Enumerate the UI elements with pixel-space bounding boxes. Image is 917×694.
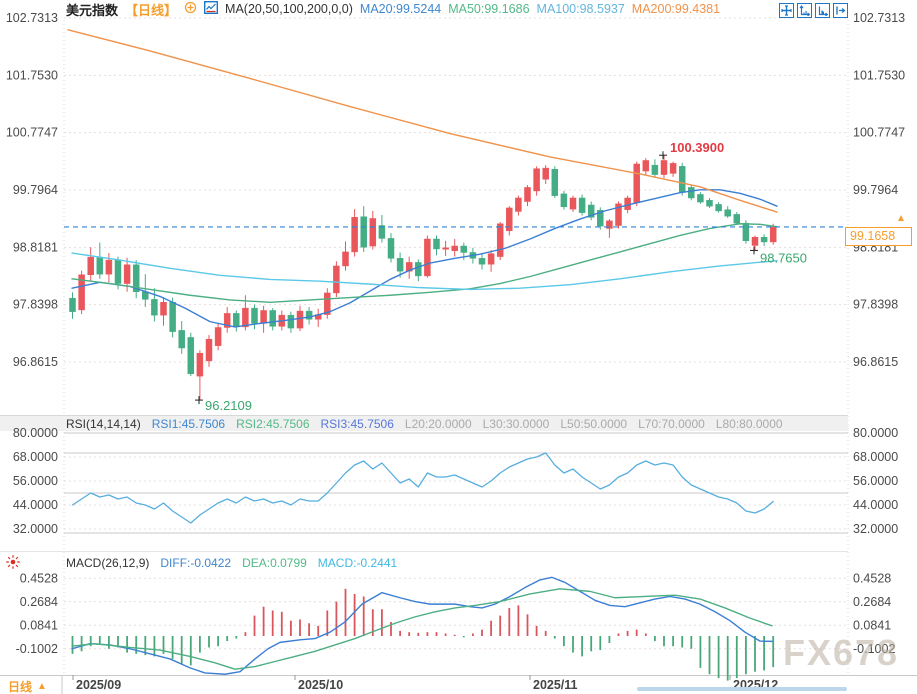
svg-text:44.0000: 44.0000 [13, 498, 58, 512]
svg-text:0.2684: 0.2684 [20, 595, 58, 609]
svg-text:99.7964: 99.7964 [13, 183, 58, 197]
period-label: 日线 [8, 680, 33, 694]
svg-text:-0.1002: -0.1002 [853, 642, 895, 656]
period-selector[interactable]: 日线 ▲ [8, 678, 47, 694]
rsi-l30-value: L30:30.0000 [482, 416, 550, 431]
svg-text:56.0000: 56.0000 [853, 474, 898, 488]
svg-text:96.2109: 96.2109 [205, 398, 252, 413]
indicator-chart-icon[interactable] [204, 0, 219, 17]
rsi-l80-value: L80:80.0000 [715, 416, 783, 431]
macd-title[interactable]: MACD(26,12,9) [66, 556, 149, 570]
svg-text:98.7650: 98.7650 [760, 250, 807, 265]
svg-text:2025/11: 2025/11 [533, 678, 578, 692]
rsi-title[interactable]: RSI(14,14,14) [66, 417, 141, 431]
svg-text:101.7530: 101.7530 [853, 68, 905, 82]
rsi3-value: RSI3:45.7506 [320, 416, 394, 431]
rsi-l70-value: L70:70.0000 [638, 416, 705, 431]
svg-text:101.7530: 101.7530 [6, 68, 58, 82]
svg-text:96.8615: 96.8615 [13, 355, 58, 369]
macd-hist-value: MACD:-0.2441 [317, 555, 398, 570]
svg-text:100.7747: 100.7747 [853, 126, 905, 140]
svg-text:100.3900: 100.3900 [670, 140, 724, 155]
svg-text:68.0000: 68.0000 [853, 450, 898, 464]
candlestick-layer [69, 155, 777, 401]
svg-text:98.8181: 98.8181 [13, 240, 58, 254]
chart-canvas[interactable]: 102.7313 102.7313 101.7530 101.7530 100.7747… [0, 0, 917, 694]
svg-text:96.8615: 96.8615 [853, 355, 898, 369]
macd-indicator-header: MACD(26,12,9) DIFF:-0.0422 DEA:0.0799 MA… [66, 555, 398, 570]
rsi-level-lines [64, 432, 848, 534]
svg-text:-0.1002: -0.1002 [16, 642, 58, 656]
ma20-value: MA20:99.5244 [359, 2, 442, 16]
price-up-arrow-icon: ▲ [896, 213, 906, 224]
rsi-l20-value: L20:20.0000 [404, 416, 472, 431]
current-price-tag[interactable]: 99.1658 [845, 227, 912, 246]
period-dropdown-arrow-icon: ▲ [37, 681, 47, 692]
svg-text:102.7313: 102.7313 [853, 11, 905, 25]
svg-text:0.4528: 0.4528 [853, 571, 891, 585]
scrollbar-thumb[interactable] [637, 687, 847, 691]
main-chart-header: 美元指数 【日线】 MA(20,50,100,200,0,0) MA20:99.… [66, 0, 721, 19]
macd-dea-value: DEA:0.0799 [242, 555, 307, 570]
rsi-l50-value: L50:50.0000 [560, 416, 628, 431]
svg-text:0.0841: 0.0841 [853, 618, 891, 632]
svg-text:32.0000: 32.0000 [13, 522, 58, 536]
svg-text:80.0000: 80.0000 [13, 426, 58, 440]
svg-text:32.0000: 32.0000 [853, 522, 898, 536]
ma-lines-layer [67, 29, 778, 328]
move-crosshair-icon[interactable] [779, 3, 794, 18]
chart-toolbar [779, 3, 848, 18]
svg-text:97.8398: 97.8398 [13, 298, 58, 312]
rsi-line-layer [71, 452, 774, 524]
svg-text:102.7313: 102.7313 [6, 11, 58, 25]
macd-lines-layer [71, 576, 773, 675]
svg-text:56.0000: 56.0000 [13, 474, 58, 488]
rsi2-value: RSI2:45.7506 [236, 416, 310, 431]
svg-text:68.0000: 68.0000 [13, 450, 58, 464]
svg-text:2025/09: 2025/09 [76, 678, 121, 692]
svg-text:97.8398: 97.8398 [853, 298, 898, 312]
rsi1-value: RSI1:45.7506 [151, 416, 226, 431]
svg-text:0.4528: 0.4528 [20, 571, 58, 585]
svg-text:99.7964: 99.7964 [853, 183, 898, 197]
ma200-value: MA200:99.4381 [631, 2, 721, 16]
fit-vertical-axis-icon[interactable] [797, 3, 812, 18]
svg-text:0.2684: 0.2684 [853, 595, 891, 609]
rsi-indicator-header: RSI(14,14,14) RSI1:45.7506 RSI2:45.7506 … [66, 416, 783, 431]
svg-text:0.0841: 0.0841 [20, 618, 58, 632]
price-markers: 100.3900 96.2109 98.7650 [195, 140, 807, 413]
macd-diff-value: DIFF:-0.0422 [160, 555, 232, 570]
ma50-value: MA50:99.1686 [448, 2, 530, 16]
pan-to-latest-icon[interactable] [833, 3, 848, 18]
period-tag[interactable]: 【日线】 [125, 0, 177, 19]
svg-text:80.0000: 80.0000 [853, 426, 898, 440]
alert-sun-icon[interactable] [4, 553, 22, 576]
svg-text:100.7747: 100.7747 [6, 126, 58, 140]
svg-text:2025/10: 2025/10 [298, 678, 343, 692]
chart-app: 102.7313 102.7313 101.7530 101.7530 100.7747… [0, 0, 917, 694]
add-indicator-icon[interactable] [184, 1, 197, 17]
svg-text:44.0000: 44.0000 [853, 498, 898, 512]
ma100-value: MA100:98.5937 [536, 2, 625, 16]
fit-horizontal-axis-icon[interactable] [815, 3, 830, 18]
symbol-name: 美元指数 [66, 2, 119, 18]
ma-settings-label[interactable]: MA(20,50,100,200,0,0) [225, 2, 353, 16]
